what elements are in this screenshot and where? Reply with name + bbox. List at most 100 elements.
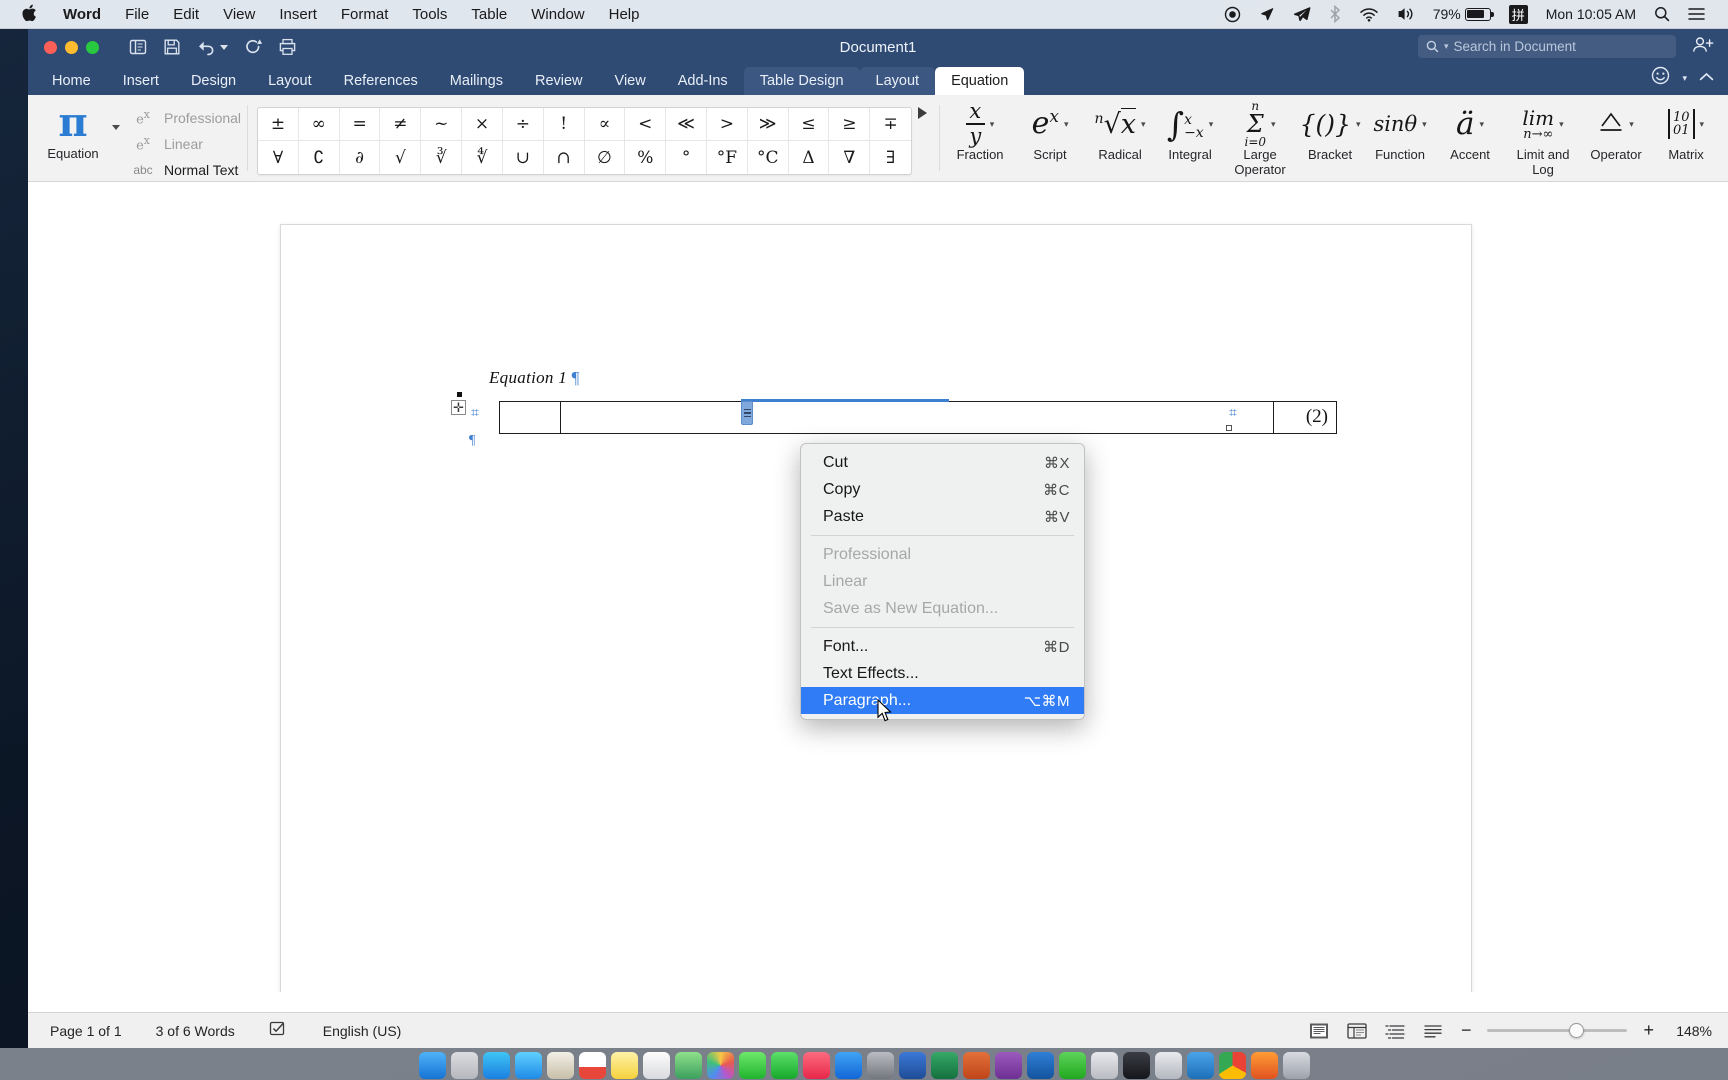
menu-item-table[interactable]: Table: [459, 0, 519, 29]
structure-large-operator-button[interactable]: n Σi=0 ▾ Large Operator: [1225, 100, 1295, 177]
dock-icon-terminal[interactable]: [1122, 1052, 1150, 1079]
tab-insert[interactable]: Insert: [107, 67, 175, 95]
structure-radical-button[interactable]: n√x ▾ Radical: [1085, 103, 1155, 162]
dock-icon-onenote[interactable]: [994, 1052, 1022, 1079]
context-menu-item-copy[interactable]: Copy ⌘C: [801, 476, 1084, 503]
symbol-cell[interactable]: ≤: [788, 108, 830, 141]
dock-icon-word[interactable]: [898, 1052, 926, 1079]
tab-home[interactable]: Home: [36, 67, 107, 95]
symbol-cell[interactable]: >: [706, 108, 748, 141]
minimize-button[interactable]: [65, 40, 78, 54]
symbol-cell[interactable]: ×: [462, 108, 503, 141]
tab-layout[interactable]: Layout: [252, 67, 328, 95]
script-dropdown-caret[interactable]: ▾: [1064, 119, 1069, 130]
context-menu-item-paragraph[interactable]: Paragraph... ⌥⌘M: [801, 687, 1084, 714]
zoom-level-label[interactable]: 148%: [1670, 1023, 1712, 1039]
redo-icon[interactable]: [244, 38, 262, 56]
menu-item-word[interactable]: Word: [51, 0, 113, 29]
structure-integral-button[interactable]: ∫ x −x ▾ Integral: [1155, 103, 1225, 163]
dock-icon-reminders[interactable]: [642, 1052, 670, 1079]
print-icon[interactable]: [278, 38, 297, 56]
web-layout-icon[interactable]: [1345, 1021, 1369, 1041]
symbol-cell[interactable]: ÷: [502, 108, 544, 141]
wifi-icon[interactable]: [1350, 6, 1388, 22]
equation-dropdown-caret[interactable]: [112, 124, 120, 130]
symbol-cell[interactable]: ∜: [462, 141, 503, 174]
language-label[interactable]: English (US): [323, 1023, 424, 1039]
symbol-cell[interactable]: ±: [258, 108, 299, 141]
structure-bracket-button[interactable]: {()} ▾ Bracket: [1295, 103, 1365, 163]
close-button[interactable]: [44, 40, 57, 54]
dock-icon-preview[interactable]: [1154, 1052, 1182, 1079]
symbol-cell[interactable]: ∩: [544, 141, 585, 174]
input-source-indicator[interactable]: 拼: [1500, 4, 1537, 24]
word-count-label[interactable]: 3 of 6 Words: [156, 1023, 257, 1039]
undo-icon[interactable]: [197, 39, 228, 56]
structure-accent-button[interactable]: ä ▾ Accent: [1435, 103, 1505, 162]
symbol-cell[interactable]: ∁: [299, 141, 340, 174]
structure-script-button[interactable]: ex ▾ Script: [1015, 103, 1085, 163]
dock-icon-contacts[interactable]: [546, 1052, 574, 1079]
dock-icon-outlook[interactable]: [1026, 1052, 1054, 1079]
outline-icon[interactable]: [1383, 1021, 1407, 1041]
symbol-cell[interactable]: °C: [748, 141, 789, 174]
structure-limit-log-button[interactable]: lim n→∞ ▾ Limit and Log: [1505, 103, 1581, 178]
structure-matrix-button[interactable]: 10 01 ▾ Matrix: [1651, 103, 1721, 162]
matrix-dropdown-caret[interactable]: ▾: [1700, 119, 1705, 130]
dock-icon-launchpad[interactable]: [450, 1052, 478, 1079]
function-dropdown-caret[interactable]: ▾: [1422, 119, 1427, 130]
menu-item-format[interactable]: Format: [329, 0, 401, 29]
bluetooth-icon[interactable]: [1320, 5, 1350, 23]
symbol-cell[interactable]: ∂: [340, 141, 381, 174]
symbol-cell[interactable]: =: [339, 108, 381, 141]
dock-icon-wechat[interactable]: [1058, 1052, 1086, 1079]
symbol-cell[interactable]: ∓: [870, 108, 912, 141]
tab-table-design[interactable]: Table Design: [743, 67, 860, 95]
large-operator-dropdown-caret[interactable]: ▾: [1271, 119, 1276, 130]
symbol-cell[interactable]: !: [543, 108, 585, 141]
maximize-button[interactable]: [86, 40, 99, 54]
dock-icon-trash[interactable]: [1282, 1052, 1310, 1079]
undo-dropdown-caret[interactable]: [220, 44, 228, 50]
symbol-cell[interactable]: ≪: [666, 108, 707, 141]
dock-icon-powerpoint[interactable]: [962, 1052, 990, 1079]
chevron-up-icon[interactable]: [1699, 69, 1714, 87]
context-menu-item-text-effects[interactable]: Text Effects...: [801, 660, 1084, 687]
symbol-cell[interactable]: ∝: [584, 108, 626, 141]
symbol-cell[interactable]: Δ: [789, 141, 830, 174]
accent-dropdown-caret[interactable]: ▾: [1480, 119, 1485, 130]
tab-view[interactable]: View: [599, 67, 662, 95]
symbol-cell[interactable]: ≥: [829, 108, 871, 141]
dock-icon-vscode[interactable]: [1186, 1052, 1214, 1079]
macos-dock[interactable]: [0, 1048, 1728, 1080]
zoom-slider-knob[interactable]: [1568, 1023, 1584, 1038]
radical-dropdown-caret[interactable]: ▾: [1141, 119, 1146, 130]
operator-dropdown-caret[interactable]: ▾: [1629, 119, 1634, 130]
smiley-dropdown-caret[interactable]: ▾: [1682, 73, 1687, 84]
sidebar-icon[interactable]: [129, 38, 147, 56]
context-menu[interactable]: Cut ⌘X Copy ⌘C Paste ⌘V Professional Lin…: [800, 443, 1085, 720]
convert-linear-button[interactable]: ex Linear: [130, 133, 241, 155]
dock-icon-photos[interactable]: [706, 1052, 734, 1079]
save-icon[interactable]: [163, 38, 181, 56]
equation-caption[interactable]: Equation 1 ¶: [489, 368, 580, 388]
dock-icon-maps[interactable]: [674, 1052, 702, 1079]
dock-icon-notes[interactable]: [610, 1052, 638, 1079]
equation-insert-button[interactable]: π Equation: [34, 99, 112, 162]
symbol-cell[interactable]: °: [666, 141, 707, 174]
context-menu-item-cut[interactable]: Cut ⌘X: [801, 449, 1084, 476]
table-move-handle[interactable]: ✛: [451, 400, 466, 415]
dock-icon-calendar[interactable]: [578, 1052, 606, 1079]
menu-item-edit[interactable]: Edit: [161, 0, 211, 29]
draft-icon[interactable]: [1421, 1021, 1445, 1041]
resize-handle[interactable]: [1226, 425, 1232, 431]
tab-design[interactable]: Design: [175, 67, 252, 95]
context-menu-item-paste[interactable]: Paste ⌘V: [801, 503, 1084, 530]
zoom-in-button[interactable]: +: [1641, 1020, 1656, 1041]
control-center-icon[interactable]: [1679, 7, 1714, 21]
tab-table-layout[interactable]: Layout: [859, 67, 936, 95]
send-arrow-icon[interactable]: [1284, 6, 1320, 23]
dock-icon-excel[interactable]: [930, 1052, 958, 1079]
menu-item-insert[interactable]: Insert: [267, 0, 329, 29]
structure-fraction-button[interactable]: xy ▾ Fraction: [945, 101, 1015, 162]
